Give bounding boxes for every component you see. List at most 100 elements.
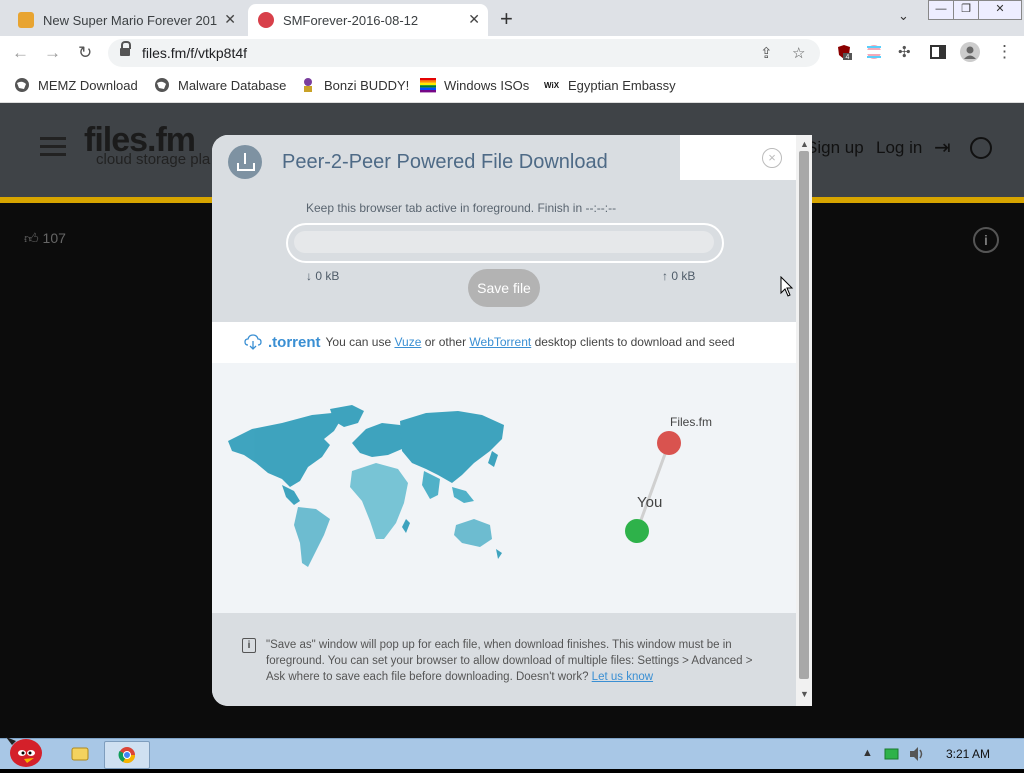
modal-header-panel: Peer-2-Peer Powered File Download × Keep…: [212, 135, 796, 322]
tab-title: SMForever-2016-08-12: [283, 12, 419, 28]
torrent-text-1: You can use: [325, 335, 392, 349]
bookmark-memz[interactable]: MEMZ Download: [14, 77, 138, 93]
scroll-up-arrow-icon[interactable]: ▲: [800, 139, 809, 149]
let-us-know-link[interactable]: Let us know: [592, 671, 653, 683]
note-body: "Save as" window will pop up for each fi…: [266, 639, 753, 683]
start-button-angry-bird-icon[interactable]: [2, 733, 46, 769]
bookmark-label: Windows ISOs: [444, 77, 530, 93]
files-fm-node: [657, 431, 681, 455]
plus-icon[interactable]: +: [500, 6, 513, 32]
rainbow-flag-icon: [420, 78, 436, 93]
vuze-link[interactable]: Vuze: [394, 335, 421, 349]
mouse-cursor-icon: [780, 276, 794, 297]
reload-icon[interactable]: ↻: [78, 43, 92, 63]
tab-title: New Super Mario Forever 201: [43, 12, 218, 28]
restore-icon[interactable]: ❐: [953, 0, 979, 20]
globe-icon: [15, 78, 29, 92]
note-text: "Save as" window will pop up for each fi…: [266, 637, 766, 685]
bookmark-egyptian-embassy[interactable]: WiX Egyptian Embassy: [544, 77, 676, 93]
likes-value: 107: [42, 230, 66, 246]
back-arrow-icon[interactable]: ←: [12, 43, 29, 63]
files-fm-node-label: Files.fm: [670, 415, 712, 429]
wix-icon: WiX: [544, 81, 560, 90]
browser-toolbar: ← → ↻ files.fm/f/vtkp8t4f ⇪ ☆ 4 ✣ ⋮: [0, 36, 1024, 70]
save-as-note: i "Save as" window will pop up for each …: [212, 613, 796, 706]
tab-close-icon[interactable]: ✕: [224, 11, 236, 28]
hamburger-menu-icon[interactable]: [40, 137, 66, 140]
scroll-down-arrow-icon[interactable]: ▼: [800, 689, 809, 699]
mario-favicon-icon: [18, 12, 34, 28]
ublock-icon[interactable]: 4: [836, 44, 852, 60]
tab-mario[interactable]: New Super Mario Forever 201 ✕: [8, 4, 244, 36]
address-bar[interactable]: files.fm/f/vtkp8t4f ⇪ ☆: [108, 39, 820, 67]
login-arrow-icon[interactable]: ⇥: [934, 135, 951, 160]
signup-link[interactable]: Sign up: [806, 138, 864, 158]
profile-avatar-icon[interactable]: [960, 42, 980, 62]
download-stat: ↓ 0 kB: [306, 269, 340, 283]
forward-arrow-icon[interactable]: →: [44, 43, 61, 63]
thumbs-up-icon: 👍︎: [24, 230, 39, 246]
you-node-label: You: [637, 494, 663, 511]
extensions-puzzle-icon[interactable]: ✣: [898, 43, 911, 61]
windows-taskbar: ▲ 3:21 AM: [0, 737, 1024, 769]
logo-tagline: cloud storage pla: [96, 151, 211, 168]
language-globe-icon[interactable]: [970, 137, 992, 159]
tray-expand-icon[interactable]: ▲: [862, 747, 873, 759]
clock-time[interactable]: 3:21 AM: [946, 747, 990, 761]
bonzi-icon: [304, 78, 312, 92]
globe-icon: [155, 78, 169, 92]
webtorrent-link[interactable]: WebTorrent: [469, 335, 531, 349]
tab-strip: New Super Mario Forever 201 ✕ SMForever-…: [0, 0, 1024, 36]
minimize-icon[interactable]: —: [928, 0, 954, 20]
tab-smforever[interactable]: SMForever-2016-08-12 ✕: [248, 4, 488, 36]
info-icon: i: [242, 638, 256, 653]
close-icon[interactable]: ✕: [978, 0, 1022, 20]
torrent-link[interactable]: .torrent: [268, 334, 321, 351]
login-link[interactable]: Log in: [876, 138, 922, 158]
bookmark-malware-database[interactable]: Malware Database: [154, 77, 286, 93]
files-fm-favicon-icon: [258, 12, 274, 28]
close-icon[interactable]: ×: [762, 148, 782, 168]
taskbar-explorer[interactable]: [58, 741, 102, 767]
bookmark-bonzi-buddy[interactable]: Bonzi BUDDY!: [300, 77, 409, 93]
likes-count[interactable]: 👍︎ 107: [24, 230, 66, 247]
battery-power-icon[interactable]: [884, 747, 900, 761]
share-icon[interactable]: ⇪: [760, 44, 773, 62]
world-map: [228, 405, 681, 567]
scrollbar-thumb[interactable]: [799, 151, 809, 679]
url-text[interactable]: files.fm/f/vtkp8t4f: [142, 45, 247, 61]
taskbar-chrome[interactable]: [104, 741, 150, 769]
bookmark-label: Malware Database: [178, 77, 287, 93]
volume-icon[interactable]: [908, 746, 926, 762]
torrent-text-3: desktop clients to download and seed: [534, 335, 735, 349]
bookmark-star-icon[interactable]: ☆: [792, 44, 805, 62]
bookmark-label: Bonzi BUDDY!: [324, 77, 410, 93]
folder-icon: [71, 747, 89, 761]
modal-title: Peer-2-Peer Powered File Download: [282, 151, 608, 173]
extension-badge: 4: [846, 54, 850, 60]
lock-icon[interactable]: [120, 41, 131, 56]
p2p-download-modal: Peer-2-Peer Powered File Download × Keep…: [212, 135, 812, 706]
svg-text:WiX: WiX: [544, 81, 560, 90]
download-progress-bar: [286, 223, 724, 263]
bookmarks-bar: MEMZ Download Malware Database Bonzi BUD…: [0, 70, 1024, 103]
modal-scrollbar[interactable]: ▲ ▼: [796, 135, 812, 706]
bookmark-windows-isos[interactable]: Windows ISOs: [420, 77, 529, 93]
tab-close-icon[interactable]: ✕: [468, 11, 480, 28]
menu-kebab-icon[interactable]: ⋮: [996, 42, 1013, 62]
you-node: [625, 519, 649, 543]
chevron-down-icon[interactable]: ⌄: [898, 8, 909, 24]
progress-track: [294, 231, 714, 253]
side-panel-icon[interactable]: [930, 44, 946, 60]
keep-tab-active-text: Keep this browser tab active in foregrou…: [306, 201, 617, 215]
peer-map: Files.fm You: [212, 363, 796, 613]
torrent-text-2: or other: [424, 335, 467, 349]
bookmark-label: Egyptian Embassy: [568, 77, 676, 93]
bookmark-label: MEMZ Download: [38, 77, 138, 93]
torrent-info-row: .torrent You can use Vuze or other WebTo…: [244, 333, 735, 351]
info-circle-icon[interactable]: i: [973, 227, 999, 253]
save-file-button[interactable]: Save file: [468, 269, 540, 307]
trans-flag-icon[interactable]: [866, 44, 882, 60]
cloud-download-icon: [244, 334, 262, 350]
download-icon: [228, 145, 262, 179]
